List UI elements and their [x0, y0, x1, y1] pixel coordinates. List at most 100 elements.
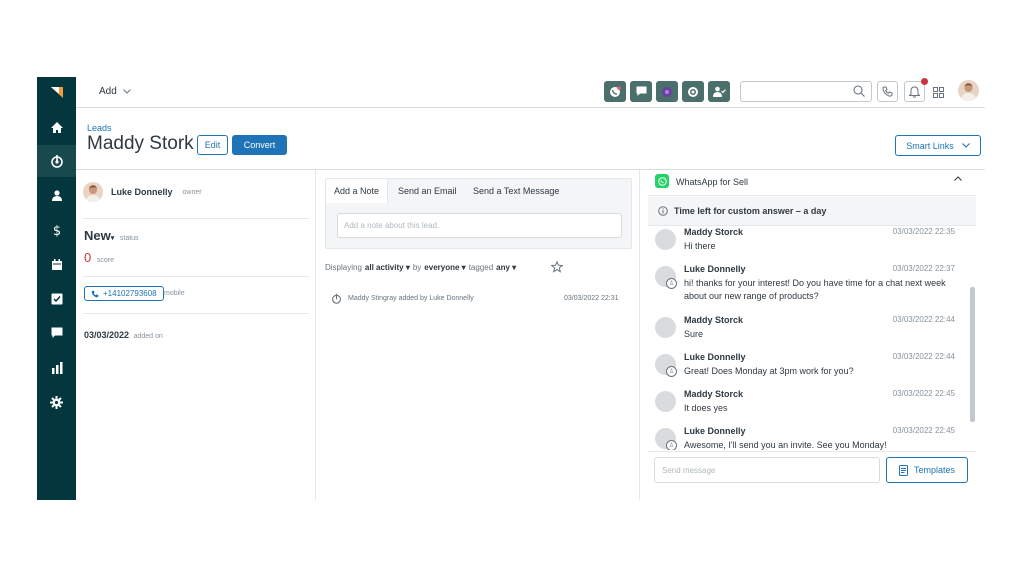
caret-down-icon: ▾ [110, 235, 115, 242]
message-time: 03/03/2022 22:45 [892, 426, 955, 435]
tasks-icon[interactable] [37, 283, 76, 315]
message-sender: Maddy Storck [684, 227, 744, 237]
message-text: hi! thanks for your interest! Do you hav… [684, 278, 946, 301]
info-icon [658, 206, 668, 216]
messages-app-icon[interactable] [630, 81, 652, 102]
whatsapp-header: WhatsApp for Sell [648, 170, 976, 196]
lead-icon [332, 293, 341, 304]
activity-text: Maddy Stingray added by Luke Donnelly [348, 295, 474, 302]
notification-dot [921, 78, 928, 85]
message-text: Awesome, I'll send you an invite. See yo… [684, 440, 887, 450]
deals-icon[interactable]: $ [37, 214, 76, 246]
message-text: Sure [684, 329, 704, 339]
page-title: Maddy Stork [87, 133, 194, 154]
owner-name[interactable]: Luke Donnelly [111, 187, 173, 197]
whatsapp-title: WhatsApp for Sell [676, 177, 749, 187]
score: 0 score [84, 250, 114, 265]
tab-send-email[interactable]: Send an Email [390, 179, 465, 203]
app-window: $ Add Leads Maddy Stork Edit Convert Sma… [37, 77, 985, 500]
filter-activity-dropdown[interactable]: all activity ▾ [365, 263, 410, 272]
calendar-icon[interactable] [37, 249, 76, 281]
sidebar: $ [37, 77, 76, 500]
star-icon[interactable] [551, 261, 563, 273]
settings-icon[interactable] [37, 386, 76, 418]
reports-icon[interactable] [37, 352, 76, 384]
agent-badge-icon: ♙ [666, 366, 677, 377]
phone-number-button[interactable]: +14102793608 [84, 286, 164, 301]
message-sender: Luke Donnelly [684, 264, 746, 274]
breadcrumb[interactable]: Leads [87, 123, 112, 133]
status-label: status [119, 235, 139, 242]
notifications-button[interactable] [904, 78, 928, 102]
message-text: Hi there [684, 241, 716, 251]
time-left-banner: Time left for custom answer – a day [648, 197, 976, 226]
note-input[interactable]: Add a note about this lead. [337, 213, 622, 238]
logo-icon[interactable] [37, 77, 76, 107]
time-left-text: Time left for custom answer – a day [674, 206, 827, 216]
message-time: 03/03/2022 22:35 [892, 227, 955, 236]
edit-button[interactable]: Edit [197, 135, 228, 155]
message-time: 03/03/2022 22:44 [892, 315, 955, 324]
filter-tag-value: any [496, 263, 510, 272]
smart-links-button[interactable]: Smart Links [895, 135, 981, 156]
filter-tagged: tagged [468, 263, 494, 272]
home-icon[interactable] [37, 111, 76, 143]
send-message-input[interactable]: Send message [654, 457, 880, 483]
templates-button[interactable]: Templates [886, 457, 968, 483]
whatsapp-app-icon[interactable] [604, 81, 626, 102]
leads-icon[interactable] [37, 145, 76, 177]
phone-button[interactable] [877, 81, 898, 102]
integration-app-icon[interactable] [656, 81, 678, 102]
templates-label: Templates [913, 465, 956, 475]
message-scrollbar[interactable] [970, 287, 975, 422]
activity-filter: Displaying all activity ▾ by everyone ▾ … [325, 263, 516, 272]
user-avatar[interactable] [958, 80, 979, 101]
convert-button[interactable]: Convert [232, 135, 287, 155]
owner-label: owner [182, 188, 202, 196]
added-label: added on [133, 333, 163, 340]
message-time: 03/03/2022 22:37 [892, 264, 955, 273]
divider [83, 218, 309, 219]
bell-icon [909, 85, 920, 98]
status-dropdown[interactable]: New▾ status [84, 228, 139, 243]
divider [83, 313, 309, 314]
chat-icon[interactable] [37, 317, 76, 349]
target-app-icon[interactable] [682, 81, 704, 102]
message-text: Great! Does Monday at 3pm work for you? [684, 366, 854, 376]
message-time: 03/03/2022 22:45 [892, 389, 955, 398]
filter-who-dropdown[interactable]: everyone ▾ [424, 263, 465, 272]
add-label: Add [99, 86, 117, 97]
phone-number: +14102793608 [103, 289, 157, 298]
search-input[interactable] [740, 81, 872, 102]
top-bar: Add [76, 77, 985, 108]
chevron-up-icon[interactable] [954, 176, 962, 181]
lead-details-panel: Luke Donnelly owner New▾ status 0 score … [76, 170, 316, 500]
phone-label: mobile [164, 290, 185, 297]
message-list[interactable]: Maddy Storck 03/03/2022 22:35 Hi there ♙… [648, 227, 970, 450]
chevron-down-icon [122, 89, 131, 94]
message-composer: Send message Templates [648, 451, 976, 486]
search-icon [853, 85, 865, 97]
phone-icon [91, 290, 99, 297]
add-button[interactable]: Add [99, 86, 131, 97]
tab-add-note[interactable]: Add a Note [326, 179, 389, 203]
apps-grid-icon[interactable] [933, 85, 944, 103]
status-value: New [84, 228, 111, 243]
owner-avatar [83, 182, 103, 202]
owner-row: Luke Donnelly owner [83, 182, 202, 202]
filter-by: by [412, 263, 422, 272]
added-on: 03/03/2022 added on [84, 330, 163, 340]
tab-send-text[interactable]: Send a Text Message [465, 179, 567, 203]
lead-header: Leads Maddy Stork Edit Convert Smart Lin… [76, 108, 985, 170]
document-icon [898, 464, 908, 476]
filter-activity-value: all activity [364, 263, 404, 272]
agent-badge-icon: ♙ [666, 440, 677, 450]
filter-tag-dropdown[interactable]: any ▾ [496, 263, 516, 272]
message-sender: Maddy Storck [684, 315, 744, 325]
contacts-icon[interactable] [37, 179, 76, 211]
phone-icon [882, 86, 893, 97]
activity-entry: Maddy Stingray added by Luke Donnelly [331, 293, 474, 304]
divider [83, 276, 309, 277]
user-check-app-icon[interactable] [708, 81, 730, 102]
activity-time: 03/03/2022 22:31 [564, 295, 619, 302]
